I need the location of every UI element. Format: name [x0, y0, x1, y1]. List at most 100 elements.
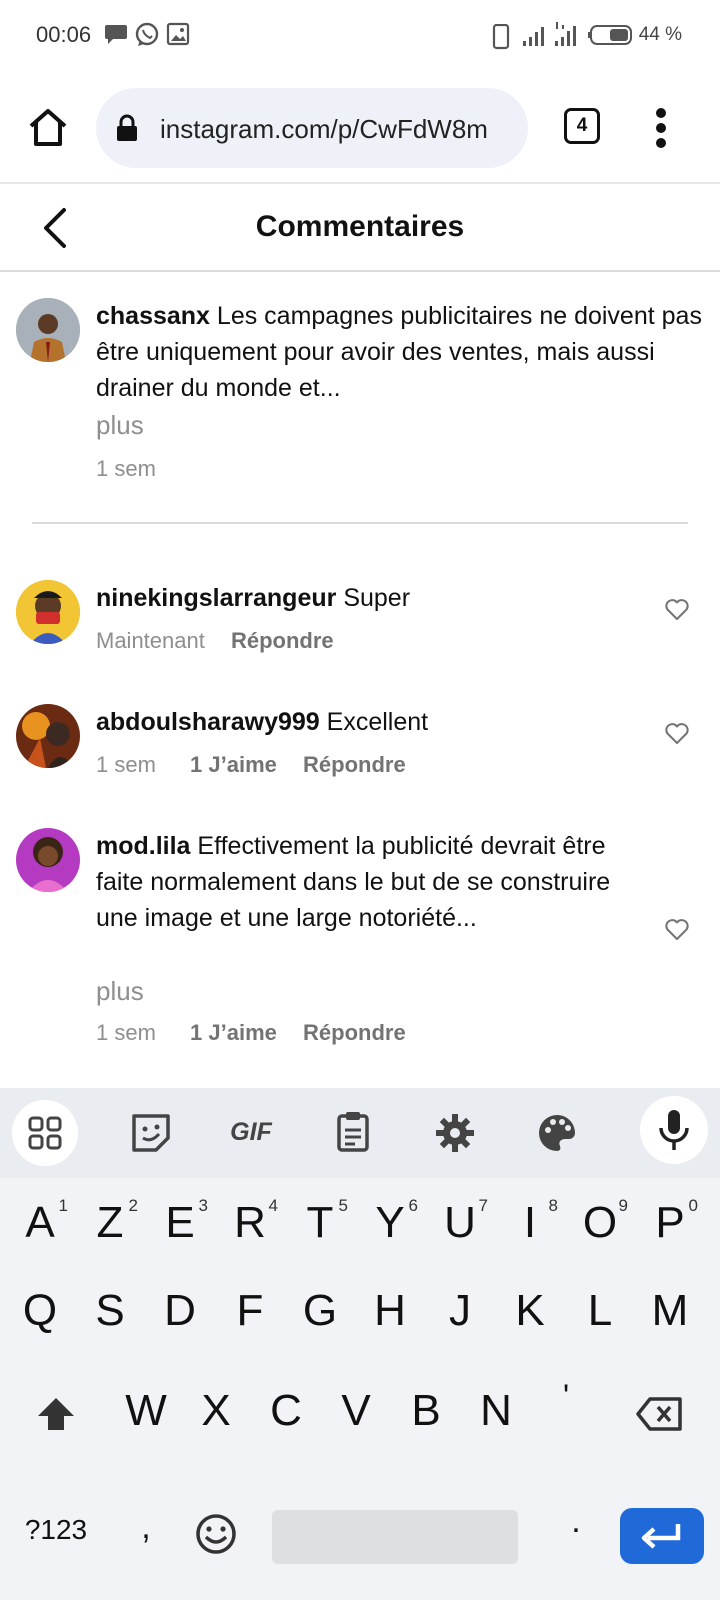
chat-notification-icon — [105, 25, 127, 44]
key-o[interactable]: O9 — [570, 1196, 630, 1248]
sticker-button[interactable] — [118, 1100, 184, 1166]
comment-username[interactable]: abdoulsharawy999 — [96, 708, 320, 736]
avatar[interactable] — [16, 828, 80, 892]
backspace-icon[interactable] — [636, 1396, 684, 1432]
key-g[interactable]: G — [290, 1286, 350, 1336]
key-w[interactable]: W — [116, 1386, 176, 1436]
comment-meta: Maintenant Répondre — [96, 628, 334, 654]
caption-username[interactable]: chassanx — [96, 302, 210, 330]
signal-4g-icon — [555, 22, 576, 46]
key-p[interactable]: P0 — [640, 1196, 700, 1248]
comment-time: Maintenant — [96, 628, 205, 653]
key-f[interactable]: F — [220, 1286, 280, 1336]
key-hint: 6 — [408, 1196, 418, 1215]
key-u[interactable]: U7 — [430, 1196, 490, 1248]
key-hint: 5 — [338, 1196, 348, 1215]
more-options-icon[interactable] — [654, 106, 668, 150]
key-e[interactable]: E3 — [150, 1196, 210, 1248]
comment-text: ninekingslarrangeur Super — [96, 580, 636, 616]
enter-arrow-icon — [641, 1524, 681, 1549]
symbols-key[interactable]: ?123 — [16, 1514, 96, 1546]
heart-icon[interactable] — [664, 722, 690, 746]
address-bar[interactable]: instagram.com/p/CwFdW8m — [96, 88, 528, 168]
reply-button[interactable]: Répondre — [303, 1020, 406, 1045]
reply-button[interactable]: Répondre — [231, 628, 334, 653]
avatar[interactable] — [16, 298, 80, 362]
key-label: P — [655, 1198, 685, 1247]
key-q[interactable]: Q — [10, 1286, 70, 1336]
key-l[interactable]: L — [570, 1286, 630, 1336]
key-k[interactable]: K — [500, 1286, 560, 1336]
settings-button[interactable] — [422, 1100, 488, 1166]
key-i[interactable]: I8 — [500, 1196, 560, 1248]
enter-key[interactable] — [620, 1508, 704, 1564]
key-label: R — [234, 1198, 266, 1247]
comments-header: Commentaires — [0, 184, 720, 272]
emoji-icon[interactable] — [194, 1512, 238, 1556]
battery-percentage: 44 % — [638, 24, 682, 45]
gear-icon — [436, 1114, 474, 1152]
key-t[interactable]: T5 — [290, 1196, 350, 1248]
shift-icon[interactable] — [34, 1394, 78, 1434]
key-label: Z — [96, 1198, 124, 1247]
key-s[interactable]: S — [80, 1286, 140, 1336]
avatar[interactable] — [16, 704, 80, 768]
home-icon[interactable] — [26, 106, 70, 150]
key-x[interactable]: X — [186, 1386, 246, 1436]
key-label: Y — [375, 1198, 405, 1247]
palette-icon — [539, 1115, 575, 1151]
key-r[interactable]: R4 — [220, 1196, 280, 1248]
tab-switcher-button[interactable]: 4 — [564, 108, 600, 144]
theme-button[interactable] — [524, 1100, 590, 1166]
on-screen-keyboard: G I F A 1 Z 2 E 3 R 4 T 5 Y 6 U 7 I 8 O 9 … — [0, 1088, 720, 1600]
reply-button[interactable]: Répondre — [303, 752, 406, 777]
phone-icon — [492, 24, 510, 50]
avatar[interactable] — [16, 580, 80, 644]
key-y[interactable]: Y6 — [360, 1196, 420, 1248]
clipboard-button[interactable] — [320, 1100, 386, 1166]
key-m[interactable]: M — [640, 1286, 700, 1336]
status-bar: 00:06 44 % — [0, 0, 720, 72]
key-j[interactable]: J — [430, 1286, 490, 1336]
user-photo-icon — [16, 580, 80, 644]
caption-more-link[interactable]: plus — [96, 410, 144, 441]
key-hint: 8 — [548, 1196, 558, 1215]
key-h[interactable]: H — [360, 1286, 420, 1336]
comment-time: 1 sem — [96, 1020, 156, 1045]
clipboard-icon — [337, 1112, 369, 1152]
comment-text: abdoulsharawy999 Excellent — [96, 704, 636, 740]
key-label: E — [165, 1198, 195, 1247]
key-n[interactable]: N — [466, 1386, 526, 1436]
voice-input-button[interactable] — [640, 1096, 708, 1164]
comma-key[interactable]: , — [116, 1508, 176, 1547]
key-d[interactable]: D — [150, 1286, 210, 1336]
key-apostrophe[interactable]: ' — [536, 1378, 596, 1415]
comment-meta: 1 sem 1 J’aime Répondre — [96, 1020, 406, 1046]
gif-button[interactable]: GIF — [218, 1100, 284, 1166]
apps-grid-button[interactable] — [12, 1100, 78, 1166]
space-bar[interactable] — [272, 1510, 518, 1564]
comment-username[interactable]: mod.lila — [96, 832, 190, 860]
key-z[interactable]: Z2 — [80, 1196, 140, 1248]
likes-count[interactable]: 1 J’aime — [190, 752, 277, 777]
gif-label: GIF — [230, 1118, 272, 1146]
key-v[interactable]: V — [326, 1386, 386, 1436]
key-c[interactable]: C — [256, 1386, 316, 1436]
comment-body: Excellent — [326, 708, 429, 736]
sticker-icon — [132, 1114, 170, 1152]
likes-count[interactable]: 1 J’aime — [190, 1020, 277, 1045]
key-label: I — [523, 1198, 537, 1247]
lock-icon — [117, 114, 137, 141]
url-text[interactable]: instagram.com/p/CwFdW8m — [160, 114, 516, 145]
comment-more-link[interactable]: plus — [96, 976, 144, 1007]
period-key[interactable]: . — [546, 1502, 606, 1541]
browser-toolbar: instagram.com/p/CwFdW8m 4 — [0, 72, 720, 184]
key-b[interactable]: B — [396, 1386, 456, 1436]
page-title: Commentaires — [255, 210, 465, 243]
comment-username[interactable]: ninekingslarrangeur — [96, 584, 336, 612]
heart-icon[interactable] — [664, 918, 690, 942]
key-hint: 4 — [268, 1196, 278, 1215]
user-photo-icon — [16, 828, 80, 892]
heart-icon[interactable] — [664, 598, 690, 622]
key-a[interactable]: A1 — [10, 1196, 70, 1248]
